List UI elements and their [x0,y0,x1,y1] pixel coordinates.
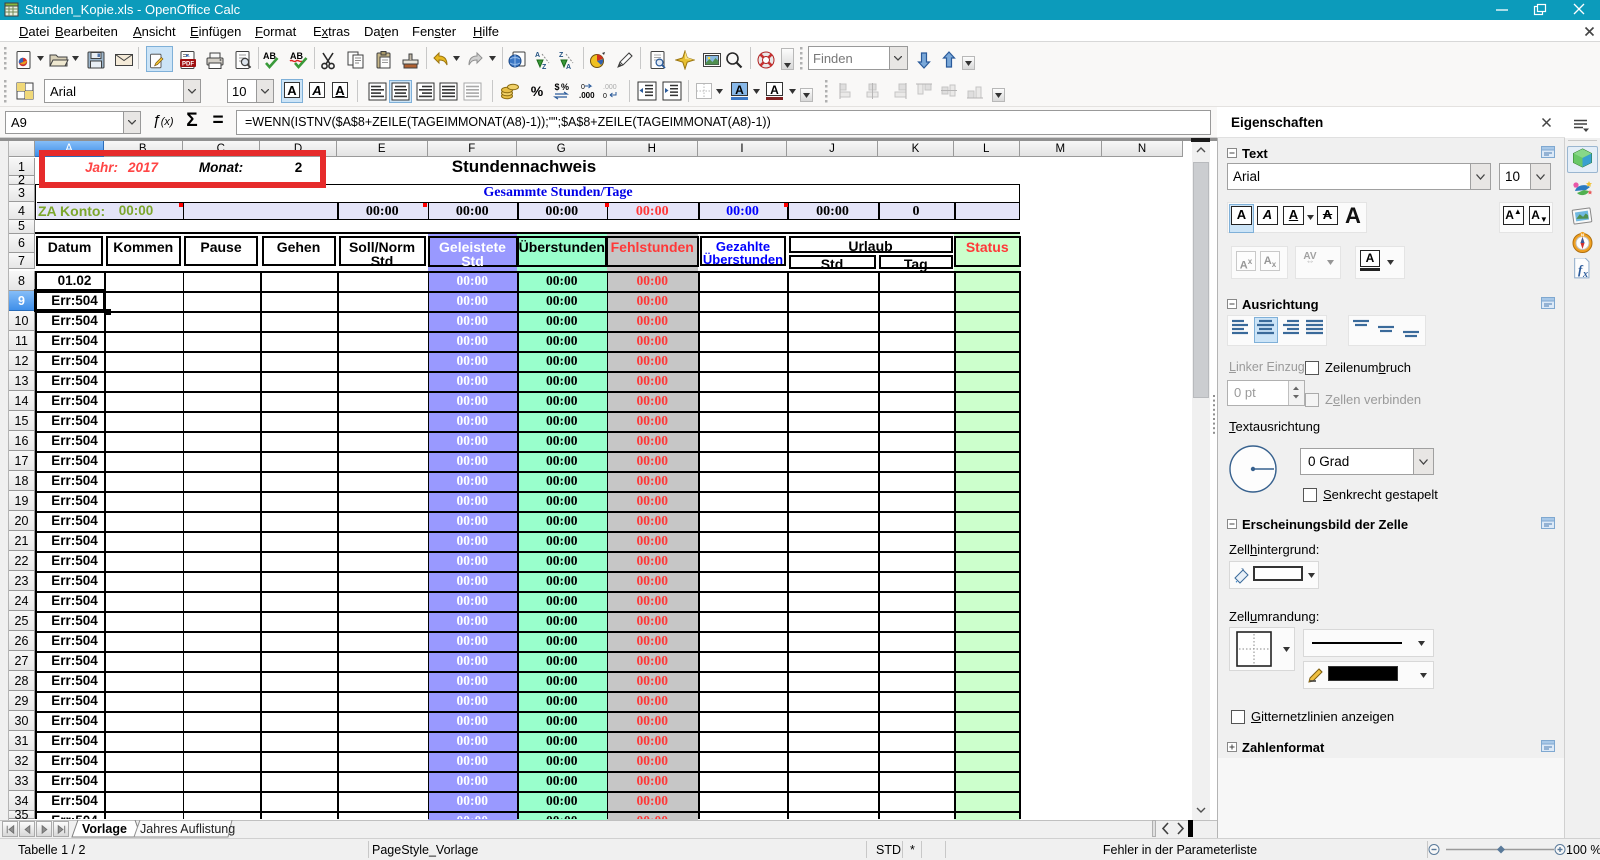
svg-text:PDF: PDF [182,62,194,68]
svg-text:0: 0 [581,84,585,91]
svg-text:A: A [566,64,571,70]
svg-text:N: N [1581,233,1584,238]
svg-text:Z: Z [542,64,547,70]
svg-text:.000: .000 [603,84,617,91]
svg-text:0: 0 [603,93,607,100]
svg-text:%: % [561,82,569,92]
svg-text:A: A [535,52,540,59]
svg-text:.000: .000 [579,91,595,100]
svg-text:x: x [1582,269,1588,280]
svg-text:Z: Z [559,52,564,59]
svg-text:AB: AB [290,51,303,61]
svg-text:$: $ [554,82,559,92]
svg-text:%: % [531,83,544,99]
